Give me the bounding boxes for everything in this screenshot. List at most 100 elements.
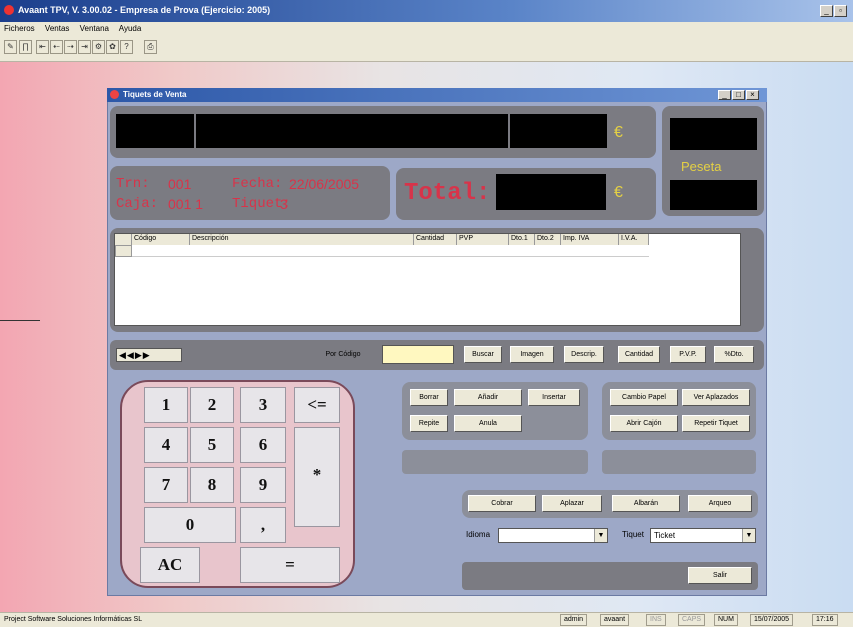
fecha-label: Fecha: [232, 176, 283, 192]
next-icon[interactable]: ⇢ [64, 40, 77, 54]
config-icon[interactable]: ✿ [106, 40, 119, 54]
peseta-display-top [670, 118, 757, 150]
caja-label: Caja: [116, 196, 159, 212]
repite-button[interactable]: Repite [410, 415, 448, 432]
trn-label: Trn: [116, 176, 150, 192]
status-user: admin [560, 614, 588, 626]
tiquet-select-label: Tiquet [622, 530, 644, 539]
buscar-button[interactable]: Buscar [464, 346, 502, 363]
table-row[interactable] [132, 245, 649, 257]
key-5[interactable]: 5 [190, 427, 234, 463]
prev-icon[interactable]: ⇠ [50, 40, 63, 54]
menubar: Ficheros Ventas Ventana Ayuda [0, 22, 853, 36]
cambio-papel-button[interactable]: Cambio Papel [610, 389, 678, 406]
status-num: NUM [714, 614, 738, 626]
print-icon[interactable]: ⎙ [144, 40, 157, 54]
last-icon[interactable]: ⇥ [78, 40, 91, 54]
toolbar: ✎ ∏ ⇤ ⇠ ⇢ ⇥ ⚙ ✿ ? ⎙ [0, 36, 853, 62]
row-selector[interactable] [115, 245, 132, 257]
status-user2: avaant [600, 614, 630, 626]
menu-ventana[interactable]: Ventana [80, 24, 109, 33]
col-codigo[interactable]: Código [132, 234, 190, 245]
codigo-input[interactable] [382, 345, 454, 364]
pvp-button[interactable]: P.V.P. [670, 346, 706, 363]
help-icon[interactable]: ? [120, 40, 133, 54]
tools-icon[interactable]: ⚙ [92, 40, 105, 54]
key-0[interactable]: 0 [144, 507, 236, 543]
albaran-button[interactable]: Albarán [612, 495, 680, 512]
ticket-lines-grid[interactable]: Código Descripción Cantidad PVP Dto.1 Dt… [114, 233, 741, 326]
borrar-button[interactable]: Borrar [410, 389, 448, 406]
arqueo-button[interactable]: Arqueo [688, 495, 752, 512]
display-description [196, 114, 508, 148]
descrip-button[interactable]: Descrip. [564, 346, 604, 363]
anadir-button[interactable]: Añadir [454, 389, 522, 406]
key-clear[interactable]: AC [140, 547, 200, 583]
message-bar-right [602, 450, 756, 474]
key-8[interactable]: 8 [190, 467, 234, 503]
child-app-icon [110, 90, 119, 99]
imagen-button[interactable]: Imagen [510, 346, 554, 363]
status-time: 17:16 [812, 614, 838, 626]
col-iva[interactable]: I.V.A. [619, 234, 649, 245]
chevron-down-icon[interactable]: ▼ [594, 529, 607, 542]
app-icon [4, 5, 14, 15]
key-9[interactable]: 9 [240, 467, 286, 503]
display-price [510, 114, 607, 148]
cobrar-button[interactable]: Cobrar [468, 495, 536, 512]
app-titlebar: Avaant TPV, V. 3.00.02 - Empresa de Prov… [0, 0, 853, 22]
key-6[interactable]: 6 [240, 427, 286, 463]
pause-icon[interactable]: ∏ [19, 40, 32, 54]
cantidad-button[interactable]: Cantidad [618, 346, 660, 363]
key-4[interactable]: 4 [144, 427, 188, 463]
child-minimize-button[interactable]: _ [718, 90, 731, 100]
col-dto2[interactable]: Dto.2 [535, 234, 561, 245]
por-codigo-label: Por Código [325, 351, 361, 358]
key-comma[interactable]: , [240, 507, 286, 543]
chevron-down-icon[interactable]: ▼ [742, 529, 755, 542]
child-close-button[interactable]: × [746, 90, 759, 100]
menu-ayuda[interactable]: Ayuda [119, 24, 142, 33]
key-3[interactable]: 3 [240, 387, 286, 423]
salir-button[interactable]: Salir [688, 567, 752, 584]
edit-icon[interactable]: ✎ [4, 40, 17, 54]
status-caps: CAPS [678, 614, 706, 626]
total-display [496, 174, 606, 210]
minimize-button[interactable]: _ [820, 5, 833, 17]
aplazar-button[interactable]: Aplazar [542, 495, 602, 512]
abrir-cajon-button[interactable]: Abrir Cajón [610, 415, 678, 432]
col-cantidad[interactable]: Cantidad [414, 234, 457, 245]
first-icon[interactable]: ⇤ [36, 40, 49, 54]
restore-button[interactable]: ▫ [834, 5, 847, 17]
menu-ficheros[interactable]: Ficheros [4, 24, 35, 33]
record-navigator[interactable]: ◀◀▶▶ [116, 348, 182, 362]
menu-ventas[interactable]: Ventas [45, 24, 69, 33]
message-bar-left [402, 450, 588, 474]
key-backspace[interactable]: <= [294, 387, 340, 423]
status-date: 15/07/2005 [750, 614, 794, 626]
peseta-display-bottom [670, 180, 757, 210]
key-multiply[interactable]: * [294, 427, 340, 527]
col-imp-iva[interactable]: Imp. IVA [561, 234, 619, 245]
insertar-button[interactable]: Insertar [528, 389, 580, 406]
key-2[interactable]: 2 [190, 387, 234, 423]
child-maximize-button[interactable]: □ [732, 90, 745, 100]
ver-aplazados-button[interactable]: Ver Aplazados [682, 389, 750, 406]
key-1[interactable]: 1 [144, 387, 188, 423]
dto-button[interactable]: %Dto. [714, 346, 754, 363]
anula-button[interactable]: Anula [454, 415, 522, 432]
euro-symbol: € [614, 124, 623, 141]
col-dto1[interactable]: Dto.1 [509, 234, 535, 245]
idioma-select[interactable]: ▼ [498, 528, 608, 543]
col-descripcion[interactable]: Descripción [190, 234, 414, 245]
tiquet-select[interactable]: Ticket ▼ [650, 528, 756, 543]
key-7[interactable]: 7 [144, 467, 188, 503]
col-pvp[interactable]: PVP [457, 234, 509, 245]
app-title: Avaant TPV, V. 3.00.02 - Empresa de Prov… [18, 5, 271, 15]
repetir-tiquet-button[interactable]: Repetir Tiquet [682, 415, 750, 432]
trn-value: 001 [168, 176, 192, 192]
fecha-value: 22/06/2005 [289, 176, 360, 192]
idioma-label: Idioma [466, 530, 491, 539]
total-euro-symbol: € [614, 184, 623, 201]
key-equals[interactable]: = [240, 547, 340, 583]
